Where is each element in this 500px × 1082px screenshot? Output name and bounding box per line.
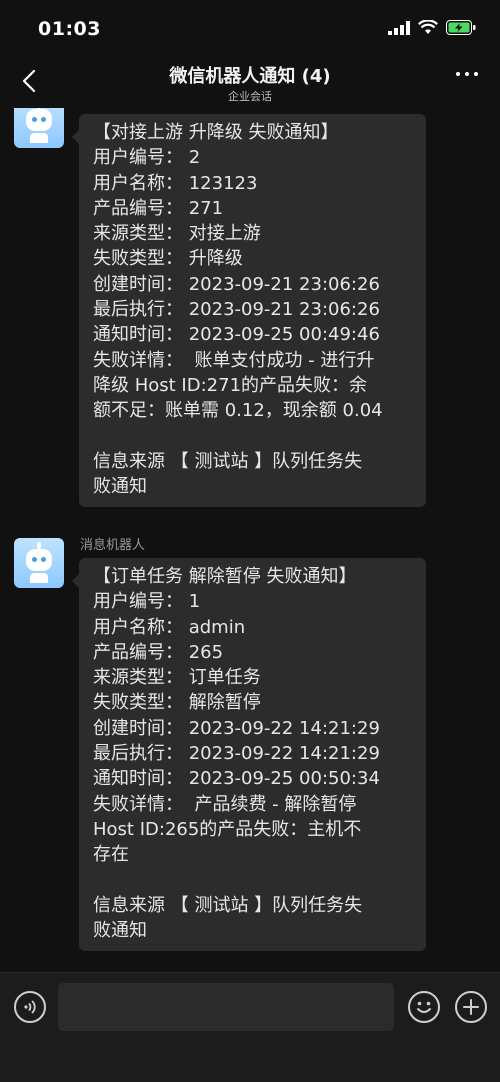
message-line: 用户名称： admin [93, 616, 246, 638]
message-line: 用户编号： 1 [93, 591, 201, 613]
message-bubble[interactable]: 【订单任务 解除暂停 失败通知】 用户编号： 1 用户名称： admin 产品编… [72, 558, 426, 952]
message-line: 额不足：账单需 0.12，现余额 0.04 [93, 400, 383, 422]
sender-name: 消息机器人 [80, 538, 146, 553]
message-line: 存在 [93, 844, 129, 866]
message-line: 创建时间： 2023-09-21 23:06:26 [93, 273, 380, 295]
nav-bar: 微信机器人通知 (4) 企业会话 [0, 56, 500, 108]
chat-area[interactable]: 【对接上游 升降级 失败通知】 用户编号： 2 用户名称： 123123 产品编… [0, 108, 500, 972]
message-line: 降级 Host ID:271的产品失败：余 [93, 374, 368, 396]
more-dots-icon [474, 72, 478, 76]
message-line: 失败类型： 解除暂停 [93, 692, 261, 714]
message-line: 来源类型： 对接上游 [93, 223, 261, 245]
message-line: 败通知 [93, 920, 147, 942]
robot-eye [32, 557, 37, 562]
robot-eye [32, 117, 37, 122]
robot-eye [41, 117, 46, 122]
avatar[interactable] [14, 108, 64, 148]
page-subtitle: 企业会话 [228, 90, 272, 103]
status-bar: 01:03 [0, 0, 500, 56]
message-line: 【订单任务 解除暂停 失败通知】 [93, 566, 357, 587]
message-line [93, 424, 412, 449]
more-dots-icon [456, 72, 460, 76]
signal-icon [388, 20, 410, 35]
message-line: 失败详情： 账单支付成功 - 进行升 [93, 349, 375, 371]
more-button[interactable] [456, 72, 478, 76]
robot-antenna [37, 542, 41, 549]
wifi-icon [418, 20, 438, 34]
message-line: 信息来源 【 测试站 】队列任务失 [93, 894, 363, 916]
voice-icon [24, 1000, 36, 1014]
message-line: 信息来源 【 测试站 】队列任务失 [93, 450, 363, 472]
battery-charging-icon [446, 20, 476, 35]
message-line: 最后执行： 2023-09-21 23:06:26 [93, 299, 380, 321]
message-bubble[interactable]: 【对接上游 升降级 失败通知】 用户编号： 2 用户名称： 123123 产品编… [72, 114, 426, 508]
page-title: 微信机器人通知 (4) [169, 66, 331, 87]
message-line: 败通知 [93, 476, 147, 498]
message-input[interactable] [58, 983, 394, 1031]
emoji-icon [417, 1001, 431, 1013]
message-line: 最后执行： 2023-09-22 14:21:29 [93, 743, 380, 765]
robot-eye [41, 557, 46, 562]
message-line: 产品编号： 271 [93, 197, 224, 219]
plus-icon [463, 999, 479, 1015]
message-line [93, 868, 412, 893]
robot-body [30, 133, 48, 143]
avatar[interactable] [14, 538, 64, 588]
message-line: 产品编号： 265 [93, 641, 224, 663]
message-line: 失败类型： 升降级 [93, 248, 243, 270]
input-bar [0, 972, 500, 1082]
message-line: 【对接上游 升降级 失败通知】 [93, 122, 339, 143]
message-line: 来源类型： 订单任务 [93, 667, 261, 689]
robot-body [30, 573, 48, 583]
message-line: 通知时间： 2023-09-25 00:49:46 [93, 324, 380, 346]
message-line: 创建时间： 2023-09-22 14:21:29 [93, 717, 380, 739]
status-time: 01:03 [38, 18, 101, 40]
plus-button[interactable] [455, 991, 487, 1023]
message-line: 用户编号： 2 [93, 147, 201, 169]
message-line: 用户名称： 123123 [93, 172, 258, 194]
status-icons [388, 20, 476, 35]
robot-icon [26, 549, 52, 571]
message-line: 失败详情： 产品续费 - 解除暂停 [93, 793, 357, 815]
voice-button[interactable] [14, 991, 46, 1023]
robot-icon [26, 109, 52, 131]
message-line: 通知时间： 2023-09-25 00:50:34 [93, 768, 380, 790]
emoji-button[interactable] [408, 991, 440, 1023]
more-dots-icon [465, 72, 469, 76]
message-line: Host ID:265的产品失败：主机不 [93, 818, 362, 840]
